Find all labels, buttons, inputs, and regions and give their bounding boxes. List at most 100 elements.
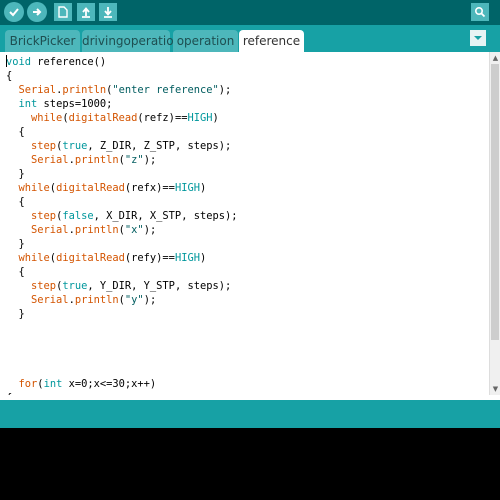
code-token: HIGH [187,112,213,124]
serial-monitor-button[interactable] [471,3,489,21]
code-token: while [18,182,50,194]
tab-reference[interactable]: reference [239,30,304,52]
code-line: step(true, Y_DIR, Y_STP, steps); [6,279,238,293]
code-token: Serial [31,294,69,306]
code-token: ) [212,112,219,124]
code-token: steps=1000; [37,98,113,110]
code-token: println [74,294,119,306]
code-token: int [43,378,63,390]
save-button[interactable] [99,3,117,21]
new-button[interactable] [54,3,72,21]
code-token: } [6,168,25,180]
code-token: x=0;x<=30;x++) [62,378,157,390]
code-line: } [6,167,238,181]
code-token: println [74,154,119,166]
code-token: ) [199,182,207,194]
editor-scrollbar[interactable]: ▲ ▼ [489,52,500,395]
code-token: step [31,210,57,222]
code-editor[interactable]: void reference(){ Serial.println("enter … [0,52,489,395]
code-token: "x" [124,224,144,236]
code-token: } [6,308,25,320]
code-token: false [62,210,94,222]
code-token: HIGH [174,252,200,264]
code-token: digitalRead [68,112,138,124]
code-token: Serial [18,84,57,96]
code-line: { [6,195,238,209]
code-token: println [62,84,107,96]
code-token: (refx)== [124,182,175,194]
code-token: ); [143,154,157,166]
code-line: Serial.println("enter reference"); [6,83,238,97]
code-token: HIGH [174,182,200,194]
code-token: ); [143,224,157,236]
arrow-right-icon [33,8,42,16]
code-line: } [6,237,238,251]
scroll-up-icon[interactable]: ▲ [491,53,500,63]
code-line: step(true, Z_DIR, Z_STP, steps); [6,139,238,153]
tab-drivingoperation[interactable]: drivingoperation [82,30,181,52]
tab-operation[interactable]: operation [173,30,238,52]
code-line: void reference() [6,55,238,69]
code-token: } [6,238,25,250]
code-line: int steps=1000; [6,97,238,111]
upload-button[interactable] [27,2,47,22]
checkmark-icon [9,8,19,17]
console-header [0,400,500,428]
code-line: Serial.println("y"); [6,293,238,307]
magnifier-icon [474,6,486,18]
code-token: digitalRead [56,182,125,194]
tab-brickpicker[interactable]: BrickPicker [5,30,80,52]
code-text: void reference(){ Serial.println("enter … [6,55,238,395]
toolbar [0,0,500,25]
open-button[interactable] [77,3,95,21]
tab-menu-button[interactable] [470,30,486,46]
code-token: println [74,224,119,236]
code-token: while [18,252,50,264]
code-line: step(false, X_DIR, X_STP, steps); [6,209,238,223]
chevron-down-icon [474,36,482,40]
code-token: true [62,140,88,152]
code-token: digitalRead [56,252,125,264]
code-line: Serial.println("x"); [6,223,238,237]
scroll-thumb[interactable] [491,64,499,340]
code-token: , X_DIR, X_STP, steps); [93,210,238,222]
code-token: "z" [124,154,144,166]
code-token: { [6,126,25,138]
console-output [0,428,500,500]
code-token: "y" [124,294,144,306]
new-file-icon [58,6,68,18]
tab-bar: BrickPicker drivingoperation operation r… [0,25,500,52]
code-token: step [31,280,57,292]
code-line: { [6,69,238,83]
code-token: { [6,196,25,208]
text-cursor [6,55,7,67]
scroll-down-icon[interactable]: ▼ [491,384,500,394]
code-token: void [6,56,32,68]
code-token: , Y_DIR, Y_STP, steps); [87,280,232,292]
code-token: Serial [31,224,69,236]
verify-button[interactable] [4,2,24,22]
code-line: Serial.println("z"); [6,153,238,167]
code-line: while(digitalRead(refz)==HIGH) [6,111,238,125]
code-token: "enter reference" [112,84,219,96]
arrow-down-icon [104,7,112,18]
code-token: int [18,98,38,110]
code-token: ); [218,84,232,96]
code-token: (refy)== [124,252,175,264]
code-line: while(digitalRead(refx)==HIGH) [6,181,238,195]
code-line: while(digitalRead(refy)==HIGH) [6,251,238,265]
